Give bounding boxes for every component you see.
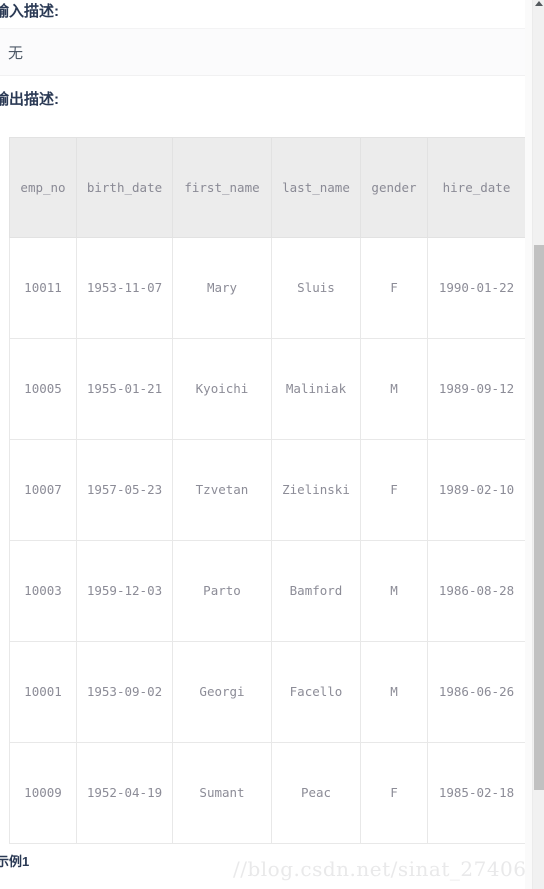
table-row: 10001 1953-09-02 Georgi Facello M 1986-0…: [9, 641, 526, 743]
cell-gender: M: [360, 540, 428, 642]
cell-emp-no: 10001: [9, 641, 77, 743]
cell-first-name: Kyoichi: [172, 338, 272, 440]
employee-result-table: emp_no birth_date first_name last_name g…: [9, 137, 526, 844]
scrollbar-thumb[interactable]: [534, 245, 544, 790]
column-header-first-name: first_name: [172, 137, 272, 238]
example-heading: 示例1: [0, 854, 30, 869]
cell-first-name: Sumant: [172, 742, 272, 844]
cell-emp-no: 10011: [9, 237, 77, 339]
page-gutter: [525, 0, 532, 889]
cell-gender: M: [360, 641, 428, 743]
page-content: 输入描述: 无 输出描述: emp_no birth_date first_na…: [0, 0, 532, 889]
cell-emp-no: 10003: [9, 540, 77, 642]
cell-last-name: Peac: [271, 742, 361, 844]
table-row: 10003 1959-12-03 Parto Bamford M 1986-08…: [9, 540, 526, 642]
cell-last-name: Zielinski: [271, 439, 361, 541]
cell-hire-date: 1990-01-22: [427, 237, 526, 339]
blog-watermark: //blog.csdn.net/sinat_27406925: [233, 857, 532, 881]
scroll-up-arrow-icon[interactable]: [535, 1, 543, 6]
cell-first-name: Tzvetan: [172, 439, 272, 541]
input-description-value: 无: [8, 44, 24, 62]
output-description-table-wrapper: emp_no birth_date first_name last_name g…: [9, 137, 526, 844]
table-row: 10011 1953-11-07 Mary Sluis F 1990-01-22: [9, 237, 526, 339]
column-header-birth-date: birth_date: [76, 137, 173, 238]
table-row: 10007 1957-05-23 Tzvetan Zielinski F 198…: [9, 439, 526, 541]
input-description-block: 无: [0, 28, 525, 76]
cell-first-name: Mary: [172, 237, 272, 339]
table-row: 10009 1952-04-19 Sumant Peac F 1985-02-1…: [9, 742, 526, 844]
cell-gender: F: [360, 237, 428, 339]
cell-emp-no: 10007: [9, 439, 77, 541]
table-row: 10005 1955-01-21 Kyoichi Maliniak M 1989…: [9, 338, 526, 440]
table-header-row: emp_no birth_date first_name last_name g…: [9, 137, 526, 238]
cell-last-name: Bamford: [271, 540, 361, 642]
cell-gender: F: [360, 742, 428, 844]
input-description-heading: 输入描述:: [0, 3, 59, 20]
cell-birth-date: 1959-12-03: [76, 540, 173, 642]
cell-birth-date: 1957-05-23: [76, 439, 173, 541]
column-header-last-name: last_name: [271, 137, 361, 238]
cell-first-name: Parto: [172, 540, 272, 642]
table-body: 10011 1953-11-07 Mary Sluis F 1990-01-22…: [9, 237, 526, 844]
cell-emp-no: 10009: [9, 742, 77, 844]
cell-gender: M: [360, 338, 428, 440]
output-description-heading: 输出描述:: [0, 91, 59, 108]
cell-emp-no: 10005: [9, 338, 77, 440]
cell-birth-date: 1953-11-07: [76, 237, 173, 339]
column-header-gender: gender: [360, 137, 428, 238]
cell-hire-date: 1986-08-28: [427, 540, 526, 642]
cell-hire-date: 1986-06-26: [427, 641, 526, 743]
cell-birth-date: 1953-09-02: [76, 641, 173, 743]
cell-last-name: Facello: [271, 641, 361, 743]
cell-hire-date: 1985-02-18: [427, 742, 526, 844]
cell-gender: F: [360, 439, 428, 541]
cell-birth-date: 1955-01-21: [76, 338, 173, 440]
cell-first-name: Georgi: [172, 641, 272, 743]
cell-last-name: Sluis: [271, 237, 361, 339]
table-head: emp_no birth_date first_name last_name g…: [9, 137, 526, 238]
vertical-scrollbar[interactable]: [532, 0, 544, 889]
cell-birth-date: 1952-04-19: [76, 742, 173, 844]
column-header-emp-no: emp_no: [9, 137, 77, 238]
column-header-hire-date: hire_date: [427, 137, 526, 238]
cell-hire-date: 1989-02-10: [427, 439, 526, 541]
cell-hire-date: 1989-09-12: [427, 338, 526, 440]
cell-last-name: Maliniak: [271, 338, 361, 440]
